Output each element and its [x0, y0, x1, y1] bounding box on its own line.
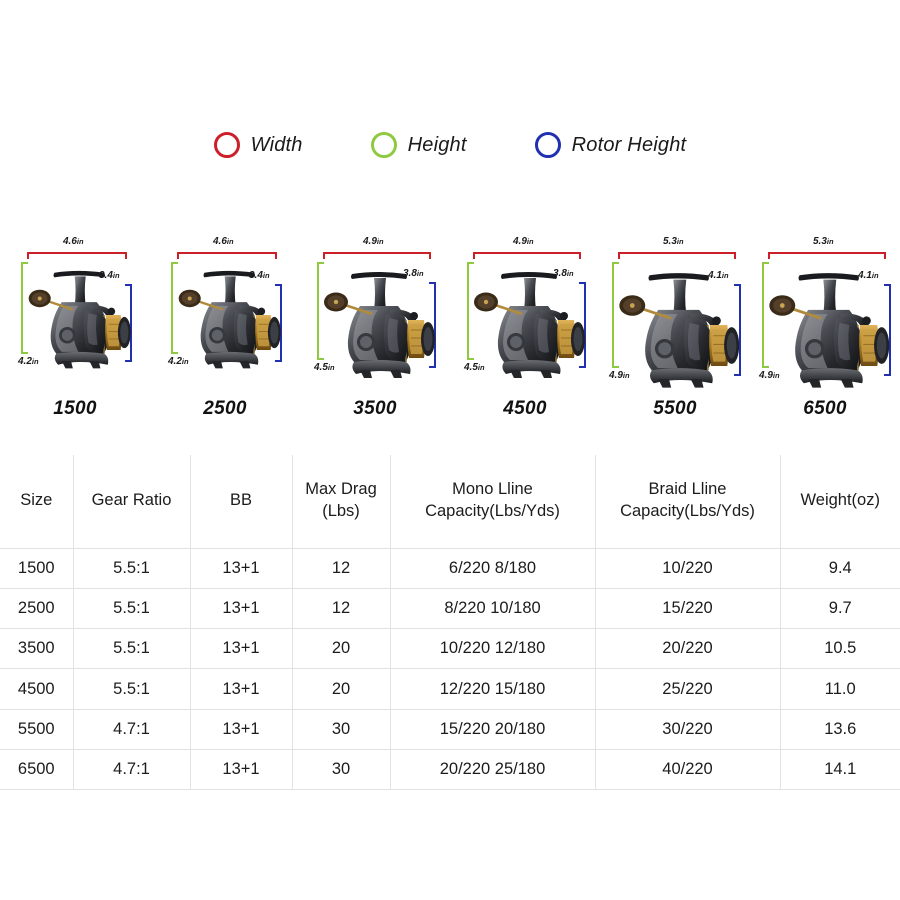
cell-size: 2500 — [0, 587, 74, 630]
legend-item-2: Rotor Height — [534, 132, 687, 158]
cell-size: 4500 — [0, 668, 74, 710]
table-header-cell-5: Braid Lline Capacity(Lbs/Yds) — [594, 455, 781, 549]
cell-gear_ratio: 5.5:1 — [72, 587, 191, 630]
cell-weight: 11.0 — [779, 668, 900, 710]
table-body: 1500 5.5:1 13+1 12 6/220 8/180 10/220 9.4 2500 5… — [0, 547, 900, 791]
cell-max_drag: 30 — [291, 748, 391, 791]
cell-braid: 30/220 — [594, 708, 781, 750]
spinning-reel-illustration — [769, 273, 890, 388]
cell-max_drag: 12 — [291, 547, 391, 589]
cell-braid: 20/220 — [594, 628, 781, 670]
table-header-cell-2: BB — [189, 455, 293, 549]
cell-weight: 10.5 — [779, 628, 900, 670]
table-header-cell-6: Weight(oz) — [779, 455, 900, 549]
circle-outline-icon — [370, 132, 397, 158]
width-dimension-label: 5.3in — [813, 236, 834, 247]
width-dimension-label: 4.9in — [513, 236, 534, 247]
cell-gear_ratio: 5.5:1 — [72, 668, 191, 710]
cell-max_drag: 20 — [291, 628, 391, 670]
table-header-cell-3: Max Drag (Lbs) — [291, 455, 391, 549]
cell-gear_ratio: 4.7:1 — [72, 748, 191, 791]
table-header-row: Size Gear Ratio BB Max Drag (Lbs) Mono Lline C… — [0, 455, 900, 549]
spinning-reel-illustration — [324, 272, 435, 378]
reel-image-5500 — [615, 258, 742, 401]
cell-braid: 10/220 — [594, 547, 781, 589]
legend-item-0: Width — [213, 132, 303, 158]
cell-braid: 25/220 — [594, 668, 781, 710]
specification-table: Size Gear Ratio BB Max Drag (Lbs) Mono Lline C… — [0, 455, 900, 791]
table-row: 2500 5.5:1 13+1 12 8/220 10/180 15/220 9.7 — [0, 587, 900, 630]
reel-size-label-1500: 1500 — [53, 398, 97, 419]
table-row: 3500 5.5:1 13+1 20 10/220 12/180 20/220 10.5 — [0, 628, 900, 670]
cell-braid: 15/220 — [594, 587, 781, 630]
reel-image-1500 — [25, 258, 134, 381]
table-row: 1500 5.5:1 13+1 12 6/220 8/180 10/220 9.4 — [0, 547, 900, 589]
cell-max_drag: 20 — [291, 668, 391, 710]
table-row: 5500 4.7:1 13+1 30 15/220 20/180 30/220 13.6 — [0, 708, 900, 750]
cell-mono: 15/220 20/180 — [389, 708, 596, 750]
cell-mono: 8/220 10/180 — [389, 587, 596, 630]
reel-image-3500 — [320, 258, 438, 391]
cell-gear_ratio: 5.5:1 — [72, 547, 191, 589]
cell-braid: 40/220 — [594, 748, 781, 791]
reel-size-label-2500: 2500 — [203, 398, 247, 419]
cell-weight: 13.6 — [779, 708, 900, 750]
cell-max_drag: 12 — [291, 587, 391, 630]
spinning-reel-illustration — [178, 270, 281, 369]
cell-weight: 14.1 — [779, 748, 900, 791]
reel-size-label-6500: 6500 — [803, 398, 847, 419]
reel-size-label-5500: 5500 — [653, 398, 697, 419]
cell-bb: 13+1 — [189, 587, 293, 630]
legend-label-1: Height — [407, 133, 467, 156]
cell-mono: 12/220 15/180 — [389, 668, 596, 710]
cell-weight: 9.4 — [779, 547, 900, 589]
legend-label-2: Rotor Height — [571, 133, 687, 156]
reel-size-label-4500: 4500 — [503, 398, 547, 419]
cell-weight: 9.7 — [779, 587, 900, 630]
cell-size: 5500 — [0, 708, 74, 750]
table-header: Size Gear Ratio BB Max Drag (Lbs) Mono Lline C… — [0, 455, 900, 549]
width-dimension-label: 5.3in — [663, 236, 684, 247]
cell-bb: 13+1 — [189, 628, 293, 670]
cell-mono: 6/220 8/180 — [389, 547, 596, 589]
reel-image-4500 — [470, 258, 588, 391]
dimension-legend: Width Height Rotor Height — [0, 132, 900, 158]
width-dimension-label: 4.9in — [363, 236, 384, 247]
circle-outline-icon — [534, 132, 561, 158]
reel-image-2500 — [175, 258, 284, 381]
table-header-cell-1: Gear Ratio — [72, 455, 191, 549]
table-row: 4500 5.5:1 13+1 20 12/220 15/180 25/220 11.0 — [0, 668, 900, 710]
table-row: 6500 4.7:1 13+1 30 20/220 25/180 40/220 14.1 — [0, 748, 900, 791]
cell-gear_ratio: 5.5:1 — [72, 628, 191, 670]
cell-size: 3500 — [0, 628, 74, 670]
legend-label-0: Width — [250, 133, 303, 156]
spinning-reel-illustration — [28, 270, 131, 369]
reel-image-6500 — [765, 258, 892, 401]
cell-size: 1500 — [0, 547, 74, 589]
reel-size-label-3500: 3500 — [353, 398, 397, 419]
width-dimension-label: 4.6in — [213, 236, 234, 247]
cell-mono: 10/220 12/180 — [389, 628, 596, 670]
cell-bb: 13+1 — [189, 708, 293, 750]
spinning-reel-illustration — [474, 272, 585, 378]
table-header-cell-0: Size — [0, 455, 74, 549]
cell-bb: 13+1 — [189, 547, 293, 589]
circle-outline-icon — [213, 132, 240, 158]
cell-bb: 13+1 — [189, 668, 293, 710]
reel-size-label-row: 1500 2500 3500 4500 5500 6500 — [0, 398, 900, 426]
cell-mono: 20/220 25/180 — [389, 748, 596, 791]
cell-max_drag: 30 — [291, 708, 391, 750]
cell-bb: 13+1 — [189, 748, 293, 791]
spinning-reel-illustration — [619, 273, 740, 388]
cell-gear_ratio: 4.7:1 — [72, 708, 191, 750]
legend-item-1: Height — [370, 132, 467, 158]
width-dimension-label: 4.6in — [63, 236, 84, 247]
cell-size: 6500 — [0, 748, 74, 791]
table-header-cell-4: Mono Lline Capacity(Lbs/Yds) — [389, 455, 596, 549]
